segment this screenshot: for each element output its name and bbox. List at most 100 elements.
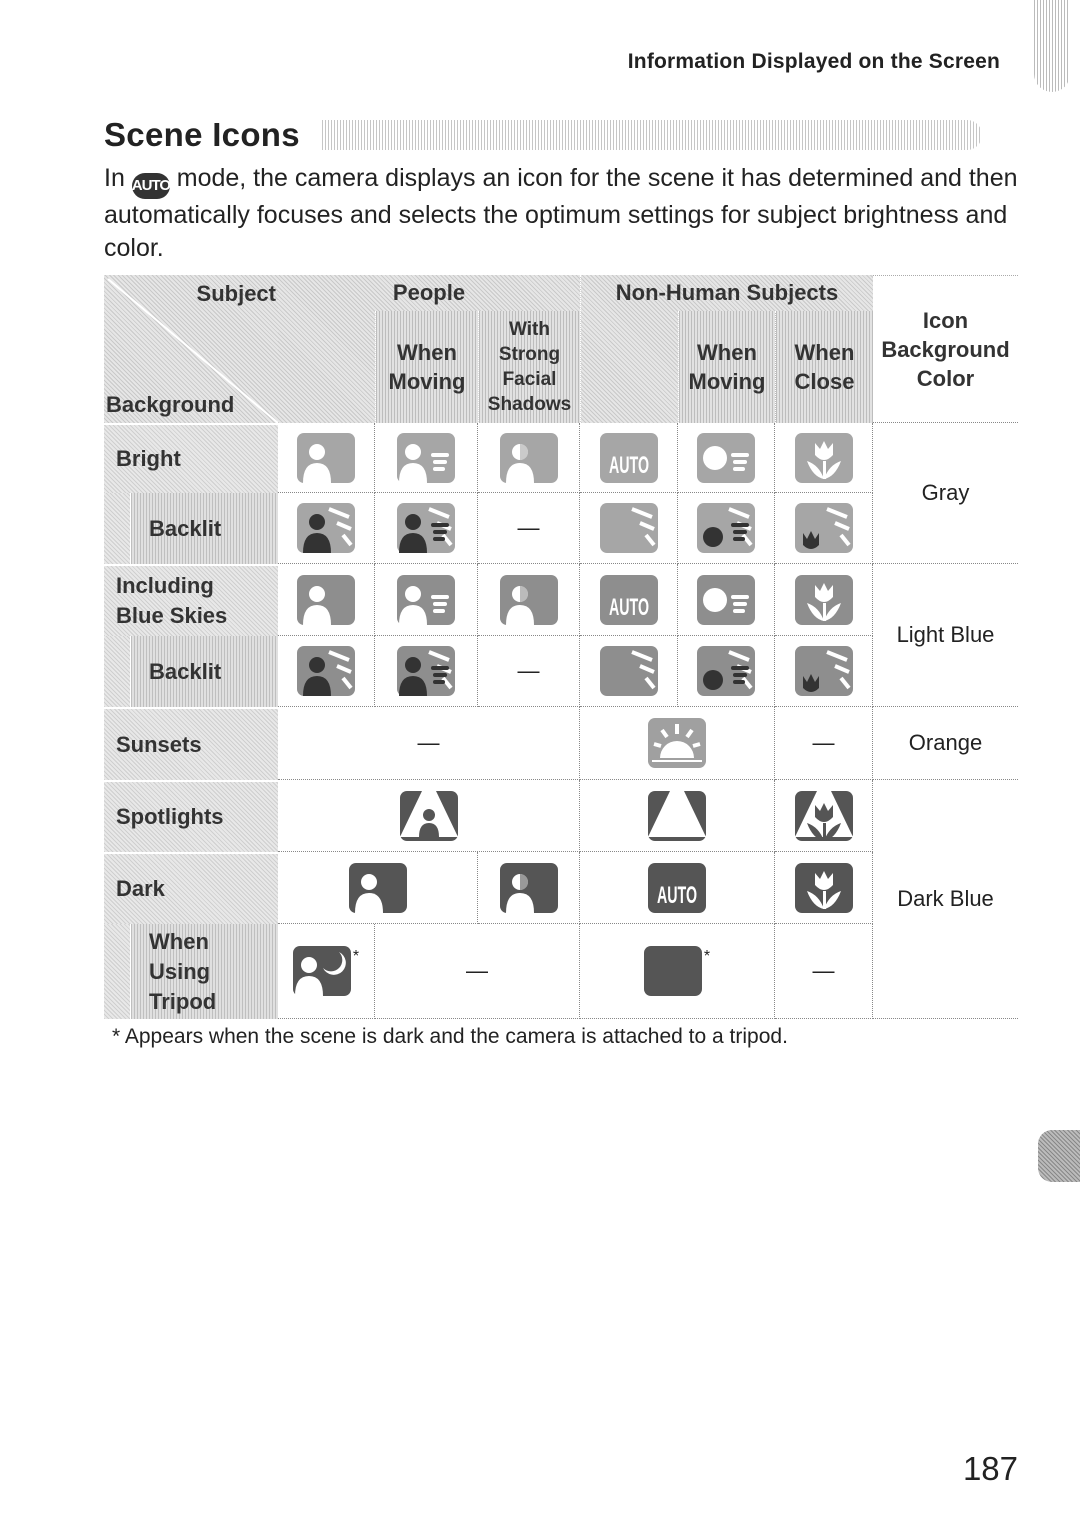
row-blue-skies-text: Including Blue Skies: [116, 571, 227, 631]
cell-blue-backlit-auto: [580, 636, 678, 707]
portrait-shadows-icon: [499, 574, 558, 625]
footnote-marker: *: [703, 948, 711, 965]
backlit-macro-icon: [794, 503, 853, 553]
auto-icon: AUTO: [599, 574, 658, 625]
subject-label: Subject: [196, 281, 276, 306]
cell-bright-portrait-shadows: [478, 423, 580, 493]
backlit-moving-icon: [697, 646, 755, 696]
portrait-icon: [297, 432, 355, 483]
running-head: Information Displayed on the Screen: [627, 50, 1000, 73]
portrait-icon: [297, 574, 355, 625]
row-bright-backlit-text: Backlit: [149, 515, 222, 541]
people-shadows-label-line: Strong: [498, 344, 561, 365]
cell-blue-auto: AUTO: [580, 564, 678, 636]
people-shadows-label-line: Shadows: [487, 394, 572, 415]
icon-background-color-label-line: Icon: [922, 307, 969, 333]
footnote-marker: *: [352, 948, 360, 965]
cell-bright-moving: [678, 423, 775, 493]
row-blue-backlit: Backlit: [130, 636, 278, 707]
icon-background-color-label-line: Background: [881, 336, 1010, 362]
row-sunsets-text: Sunsets: [116, 731, 202, 757]
not-applicable-dash: —: [812, 730, 835, 755]
cell-tripod-close: —: [775, 924, 873, 1019]
people-shadows-label: With Strong Facial Shadows: [488, 317, 571, 417]
people-when-moving-header: When Moving: [375, 311, 478, 423]
macro-tulip-icon: [794, 574, 853, 625]
cell-bright-backlit-close: [775, 493, 873, 564]
cell-bright-backlit-moving: [678, 493, 775, 564]
cell-blue-backlit-portrait-moving: [375, 636, 478, 707]
cell-dark-people: [278, 852, 478, 924]
backlit-portrait-moving-icon: [397, 646, 455, 696]
people-shadows-label-line: With: [509, 319, 550, 340]
people-shadows-header: With Strong Facial Shadows: [478, 311, 580, 423]
people-label: People: [392, 280, 466, 305]
not-applicable-dash: —: [466, 958, 488, 983]
row-blue-skies-text-line: Blue Skies: [116, 603, 228, 628]
auto-mode-icon: AUTO: [131, 173, 171, 199]
people-when-moving-label: When Moving: [388, 340, 466, 394]
color-gray: Gray: [873, 423, 1018, 564]
row-dark: Dark: [104, 854, 278, 924]
svg-text:AUTO: AUTO: [657, 882, 697, 909]
cell-tripod-nonhuman: *: [580, 924, 775, 1019]
cell-blue-backlit-shadows: —: [478, 636, 580, 707]
intro-after: mode, the camera displays an icon for th…: [104, 164, 1018, 262]
cell-bright-close: [775, 423, 873, 493]
auto-icon: AUTO: [599, 432, 658, 483]
portrait-icon: [348, 862, 407, 913]
backlit-portrait-icon: [297, 646, 355, 696]
title-decoration-bar: [321, 120, 982, 150]
row-blue-backlit-text: Backlit: [149, 658, 222, 684]
non-human-when-moving-header: When Moving: [678, 311, 775, 423]
color-orange: Orange: [873, 707, 1018, 780]
row-blue-skies-text-line: Including: [116, 573, 214, 598]
spotlight-portrait-icon: [399, 790, 458, 841]
cell-blue-backlit-close: [775, 636, 873, 707]
cell-sunsets-nonhuman: [580, 707, 775, 780]
portrait-moving-icon: [397, 432, 455, 483]
not-applicable-dash: —: [812, 958, 835, 983]
cell-bright-auto: AUTO: [580, 423, 678, 493]
non-human-when-moving-label: When Moving: [688, 340, 766, 394]
backlit-moving-icon: [697, 503, 755, 553]
moving-subject-icon: [697, 574, 755, 625]
backlit-macro-icon: [794, 646, 853, 696]
row-tripod-text: When Using Tripod: [149, 927, 216, 1017]
macro-tulip-icon: [794, 862, 853, 913]
backlit-portrait-moving-icon: [397, 503, 455, 553]
cell-blue-backlit-moving: [678, 636, 775, 707]
page-number: 187: [962, 1450, 1018, 1487]
intro-paragraph: In AUTO mode, the camera displays an ico…: [104, 162, 1024, 265]
backlit-portrait-icon: [297, 503, 355, 553]
cell-bright-portrait: [278, 423, 375, 493]
cell-bright-backlit-portrait: [278, 493, 375, 564]
scene-icons-table: Subject Background People When Moving With St…: [104, 275, 1018, 1019]
svg-text:AUTO: AUTO: [609, 594, 649, 621]
night-portrait-icon: [292, 946, 351, 996]
not-applicable-dash: —: [417, 730, 440, 755]
color-orange-text: Orange: [908, 730, 983, 755]
spotlight-macro-icon: [794, 790, 853, 841]
row-tripod: When Using Tripod: [130, 924, 278, 1019]
row-dark-text: Dark: [116, 876, 165, 901]
night-scene-icon: [643, 946, 702, 996]
background-label: Background: [106, 392, 235, 417]
cell-sunsets-people: —: [278, 707, 580, 780]
portrait-shadows-icon: [499, 432, 558, 483]
moving-subject-icon: [697, 432, 755, 483]
cell-bright-backlit-auto: [580, 493, 678, 564]
portrait-shadows-icon: [499, 862, 558, 913]
not-applicable-dash: —: [517, 515, 540, 540]
cell-spotlights-people: [278, 780, 580, 852]
cell-dark-shadows: [478, 852, 580, 924]
icon-background-color-label: Icon Background Color: [881, 306, 1009, 393]
cell-blue-portrait-moving: [375, 564, 478, 636]
color-gray-text: Gray: [921, 480, 970, 505]
svg-text:AUTO: AUTO: [609, 452, 649, 479]
chapter-tab: [1034, 0, 1070, 92]
row-bright-text: Bright: [116, 446, 181, 471]
cell-dark-close: [775, 852, 873, 924]
people-shadows-label-line: Facial: [502, 369, 557, 390]
non-human-when-close-label: When Close: [794, 340, 855, 394]
